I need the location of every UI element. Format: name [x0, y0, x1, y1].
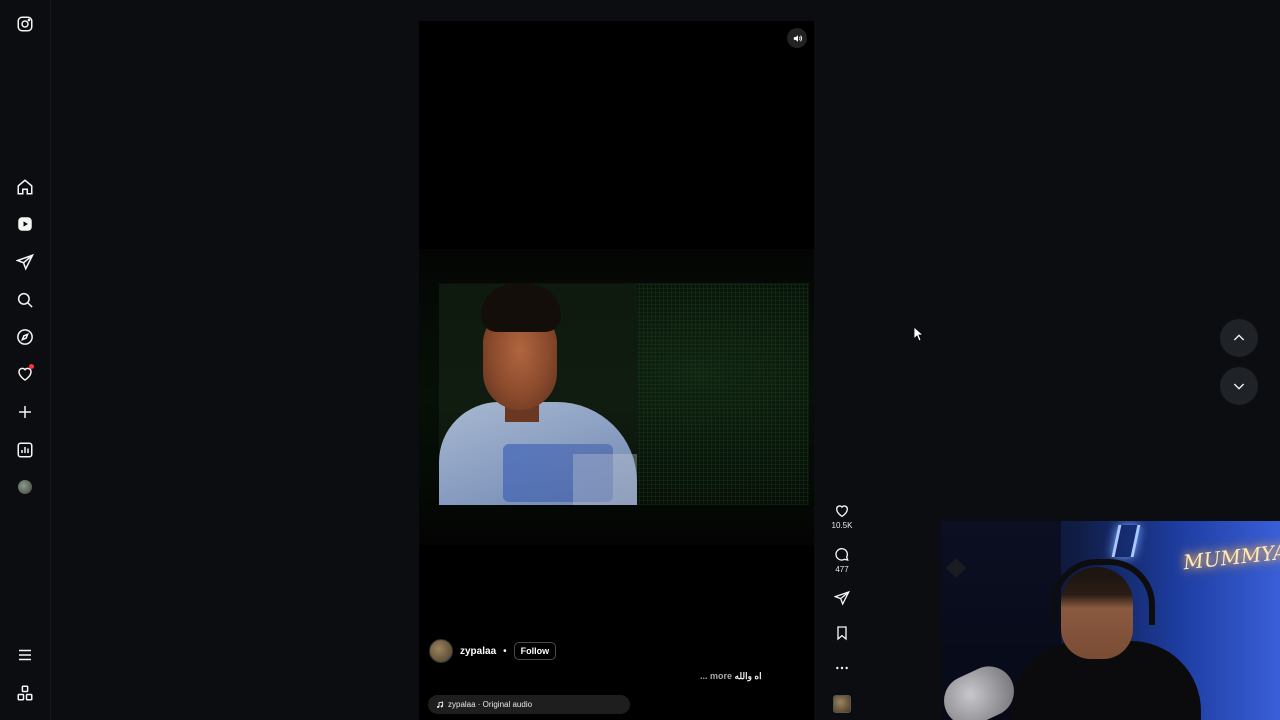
caption-more-link[interactable]: ... more — [700, 671, 732, 681]
video-person-image — [439, 284, 637, 505]
audio-link[interactable]: zypalaa · Original audio — [428, 695, 630, 714]
author-row: zypalaa • Follow — [429, 639, 557, 663]
comment-button[interactable]: 477 — [826, 547, 858, 574]
notification-dot — [29, 364, 34, 369]
headphones — [1051, 559, 1155, 625]
more-options-button[interactable] — [826, 660, 858, 676]
profile-avatar[interactable] — [13, 475, 37, 499]
like-button[interactable]: 10.5K — [826, 503, 858, 530]
mouse-cursor-icon — [914, 327, 924, 342]
speaker-icon — [793, 34, 802, 42]
heart-icon — [835, 505, 849, 518]
like-count: 10.5K — [831, 521, 853, 530]
neon-text-sign: MUMMYA — [1182, 539, 1280, 575]
avatar — [18, 480, 32, 494]
next-reel-button[interactable] — [1220, 367, 1258, 405]
comment-icon — [835, 548, 849, 561]
neon-bolt-sign — [1111, 525, 1141, 557]
bar-chart-icon[interactable] — [13, 438, 37, 462]
audio-label: zypalaa · Original audio — [448, 700, 533, 709]
author-name[interactable]: zypalaa — [460, 646, 496, 657]
audio-thumbnail — [833, 695, 851, 713]
compass-icon[interactable] — [13, 325, 37, 349]
home-icon[interactable] — [13, 175, 37, 199]
bookmark-icon — [837, 626, 847, 641]
apps-icon[interactable] — [13, 681, 37, 705]
reel-caption[interactable]: ... more اه والله — [700, 671, 762, 682]
instagram-reels-page: zypalaa • Follow ... more اه والله zypal… — [0, 0, 1280, 720]
instagram-logo-icon[interactable] — [13, 12, 37, 36]
sidebar — [0, 0, 51, 720]
ellipsis-icon — [836, 666, 848, 670]
separator-dot: • — [503, 645, 507, 657]
paper-plane-icon[interactable] — [13, 250, 37, 274]
paper-plane-icon — [834, 590, 850, 606]
chevron-down-icon — [1233, 383, 1245, 390]
search-icon[interactable] — [13, 288, 37, 312]
overlay-box — [573, 454, 637, 505]
chevron-up-icon — [1233, 334, 1245, 341]
menu-icon[interactable] — [13, 643, 37, 667]
caption-text: اه والله — [734, 671, 762, 681]
share-button[interactable] — [826, 590, 858, 606]
reel-player[interactable]: zypalaa • Follow ... more اه والله zypal… — [419, 21, 814, 720]
music-note-icon — [437, 701, 444, 708]
author-avatar[interactable] — [429, 639, 453, 663]
hair — [481, 284, 561, 332]
webcam-overlay: MUMMYA — [941, 521, 1280, 720]
audio-thumbnail-button[interactable] — [826, 695, 858, 713]
previous-reel-button[interactable] — [1220, 319, 1258, 357]
plus-icon[interactable] — [13, 400, 37, 424]
reels-icon[interactable] — [13, 212, 37, 236]
comment-count: 477 — [835, 565, 849, 574]
sound-toggle-button[interactable] — [787, 28, 807, 48]
save-button[interactable] — [826, 625, 858, 641]
heart-icon[interactable] — [13, 362, 37, 386]
follow-button[interactable]: Follow — [513, 642, 557, 660]
